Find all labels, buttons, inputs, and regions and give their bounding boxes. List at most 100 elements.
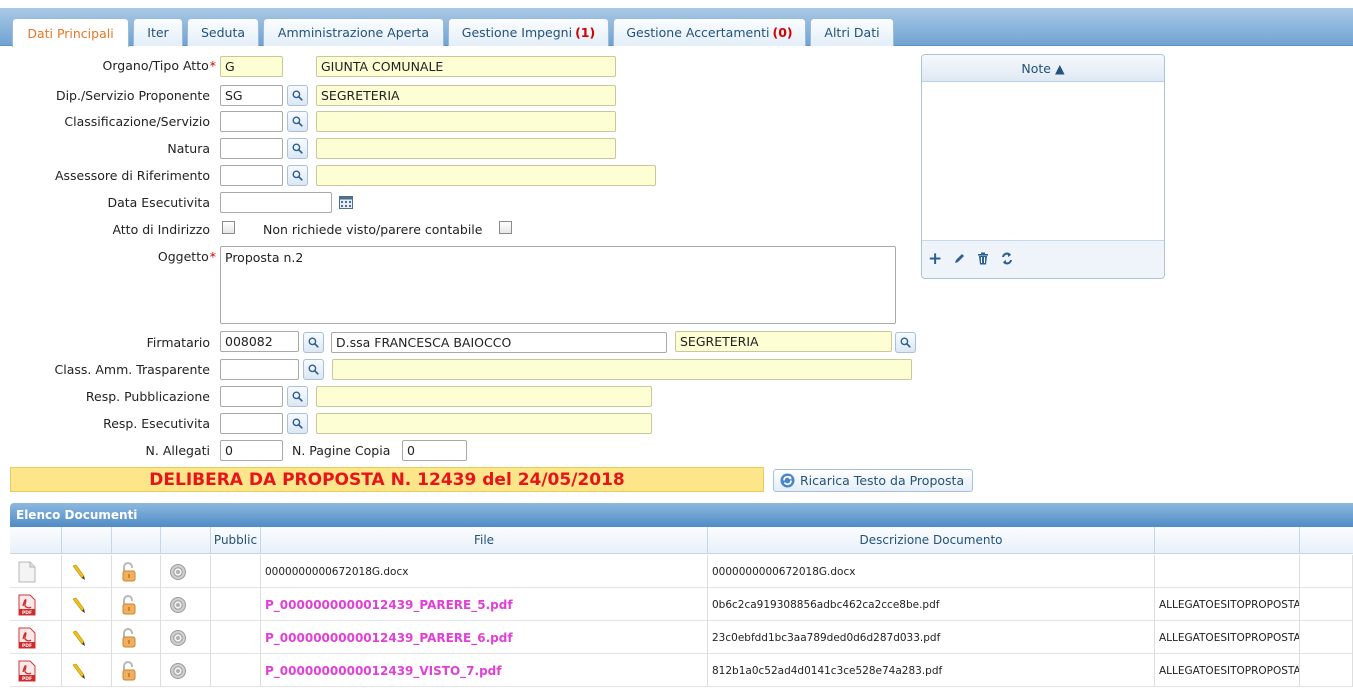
- lock-cell[interactable]: [112, 588, 161, 621]
- organo-label-text: Organo/Tipo Atto: [102, 58, 209, 73]
- svg-text:PDF: PDF: [22, 643, 32, 649]
- data-esec-field[interactable]: [220, 192, 332, 213]
- natura-code-field[interactable]: [220, 138, 283, 159]
- assessore-code-field[interactable]: [220, 165, 283, 186]
- refresh-note-button[interactable]: [1000, 252, 1014, 268]
- col-header-icon4: [161, 527, 211, 554]
- natura-desc-field[interactable]: [316, 138, 616, 159]
- tab-seduta[interactable]: Seduta: [187, 18, 259, 46]
- firmatario-name-field[interactable]: D.ssa FRANCESCA BAIOCCO: [331, 332, 667, 353]
- assessore-search-button[interactable]: [287, 165, 308, 186]
- edit-pencil-icon: [72, 663, 85, 679]
- search-icon: [292, 143, 303, 154]
- tab-label: Amministrazione Aperta: [277, 25, 430, 40]
- settings-cell[interactable]: [161, 588, 211, 621]
- tag-cell: [1155, 555, 1300, 588]
- lock-cell[interactable]: [112, 654, 161, 687]
- data-esec-label: Data Esecutivita: [107, 195, 210, 210]
- col-header-extra2[interactable]: [1300, 527, 1353, 554]
- non-richiede-checkbox[interactable]: [499, 221, 512, 234]
- file-link[interactable]: P_0000000000012439_VISTO_7.pdf: [261, 654, 708, 687]
- resp-esec-desc-field[interactable]: [316, 413, 652, 434]
- organo-code-field[interactable]: G: [220, 56, 283, 77]
- edit-note-button[interactable]: [953, 252, 966, 268]
- table-row[interactable]: 0000000000672018G.docx 0000000000672018G.…: [10, 555, 1353, 588]
- class-desc-field[interactable]: [316, 111, 616, 132]
- firmatario-code-field[interactable]: 008082: [220, 331, 299, 352]
- tab-label: Iter: [147, 25, 169, 40]
- delibera-banner: DELIBERA DA PROPOSTA N. 12439 del 24/05/…: [10, 467, 764, 492]
- settings-cell[interactable]: [161, 621, 211, 654]
- reload-text-button[interactable]: Ricarica Testo da Proposta: [773, 469, 973, 492]
- dip-desc-field[interactable]: SEGRETERIA: [316, 85, 616, 106]
- n-pagine-field[interactable]: 0: [402, 440, 467, 461]
- edit-cell[interactable]: [62, 621, 112, 654]
- add-note-button[interactable]: +: [928, 251, 942, 268]
- tab-count-badge: (1): [575, 25, 596, 40]
- organo-desc-field[interactable]: GIUNTA COMUNALE: [316, 56, 616, 77]
- edit-cell[interactable]: [62, 555, 112, 588]
- doc-type-cell[interactable]: PDF: [10, 621, 62, 654]
- tab-gestione-impegni[interactable]: Gestione Impegni (1): [448, 18, 609, 46]
- resp-pub-desc-field[interactable]: [316, 386, 652, 407]
- firmatario-search-button[interactable]: [303, 332, 324, 353]
- delete-note-button[interactable]: [977, 252, 989, 268]
- class-amm-code-field[interactable]: [220, 359, 299, 380]
- pencil-icon: [955, 253, 965, 263]
- notes-panel: Note ▲ +: [921, 54, 1165, 279]
- class-amm-search-button[interactable]: [303, 359, 324, 380]
- class-search-button[interactable]: [287, 111, 308, 132]
- tab-dati-principali[interactable]: Dati Principali: [12, 18, 129, 47]
- table-row[interactable]: PDF P_0000000000012439_PARERE_6.pdf 23c0eb…: [10, 621, 1353, 654]
- file-link[interactable]: P_0000000000012439_PARERE_5.pdf: [261, 588, 708, 621]
- table-row[interactable]: PDF P_0000000000012439_VISTO_7.pdf 812b1a0…: [10, 654, 1353, 687]
- col-header-descrizione[interactable]: Descrizione Documento: [708, 527, 1155, 554]
- notes-header[interactable]: Note ▲: [922, 55, 1164, 82]
- table-row[interactable]: PDF P_0000000000012439_PARERE_5.pdf 0b6c2c…: [10, 588, 1353, 621]
- dip-search-button[interactable]: [287, 85, 308, 106]
- assessore-desc-field[interactable]: [316, 165, 656, 186]
- edit-cell[interactable]: [62, 654, 112, 687]
- oggetto-textarea[interactable]: Proposta n.2: [220, 246, 896, 324]
- class-code-field[interactable]: [220, 111, 283, 132]
- col-header-icon3: [112, 527, 161, 554]
- search-icon: [900, 337, 911, 348]
- oggetto-label-text: Oggetto: [157, 249, 209, 264]
- file-cell: 0000000000672018G.docx: [261, 555, 708, 588]
- lock-cell[interactable]: [112, 555, 161, 588]
- natura-search-button[interactable]: [287, 138, 308, 159]
- resp-esec-search-button[interactable]: [287, 413, 308, 434]
- class-amm-desc-field[interactable]: [332, 359, 912, 380]
- firmatario-office-search-button[interactable]: [895, 332, 916, 353]
- firmatario-office-field[interactable]: SEGRETERIA: [675, 331, 892, 352]
- extra-cell: [1300, 555, 1353, 588]
- edit-cell[interactable]: [62, 588, 112, 621]
- col-header-pubblic[interactable]: Pubblic: [211, 527, 261, 554]
- lock-cell[interactable]: [112, 621, 161, 654]
- resp-pub-code-field[interactable]: [220, 386, 283, 407]
- resp-esec-code-field[interactable]: [220, 413, 283, 434]
- pubblic-cell: [211, 588, 261, 621]
- search-icon: [292, 90, 303, 101]
- tab-gestione-accertamenti[interactable]: Gestione Accertamenti (0): [613, 18, 806, 46]
- atto-indirizzo-checkbox[interactable]: [222, 221, 235, 234]
- col-header-file[interactable]: File: [261, 527, 708, 554]
- tab-iter[interactable]: Iter: [133, 18, 183, 46]
- description-cell: 23c0ebfdd1bc3aa789ded0d6d287d033.pdf: [708, 621, 1155, 654]
- refresh-icon: [1002, 252, 1013, 264]
- file-link[interactable]: P_0000000000012439_PARERE_6.pdf: [261, 621, 708, 654]
- settings-cell[interactable]: [161, 654, 211, 687]
- doc-type-cell[interactable]: PDF: [10, 654, 62, 687]
- tab-amministrazione-aperta[interactable]: Amministrazione Aperta: [263, 18, 444, 46]
- settings-cell[interactable]: [161, 555, 211, 588]
- calendar-button[interactable]: [336, 193, 356, 211]
- col-header-icon2: [62, 527, 112, 554]
- col-header-extra[interactable]: [1155, 527, 1300, 554]
- resp-pub-search-button[interactable]: [287, 386, 308, 407]
- n-allegati-field[interactable]: 0: [220, 440, 283, 461]
- plus-icon: +: [928, 249, 943, 269]
- doc-type-cell[interactable]: PDF: [10, 588, 62, 621]
- tab-altri-dati[interactable]: Altri Dati: [810, 18, 894, 46]
- doc-type-cell[interactable]: [10, 555, 62, 588]
- dip-code-field[interactable]: SG: [220, 85, 283, 106]
